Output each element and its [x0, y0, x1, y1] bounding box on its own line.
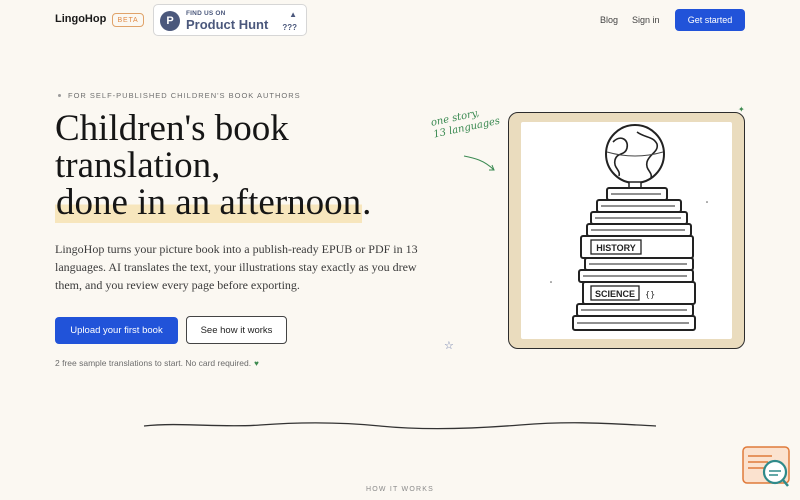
beta-badge: BETA	[112, 13, 144, 27]
upload-book-button[interactable]: Upload your first book	[55, 317, 178, 344]
hero-title-line3: done in an afternoon.	[55, 182, 425, 223]
book-stack-books	[572, 187, 696, 331]
section-divider-squiggle	[143, 422, 657, 430]
hero-title-period: .	[362, 182, 372, 223]
product-hunt-badge[interactable]: P FIND US ON Product Hunt ▲ ???	[153, 4, 307, 36]
hero-title-highlight: done in an afternoon	[55, 182, 363, 223]
nav-blog-link[interactable]: Blog	[600, 15, 618, 25]
see-how-it-works-button[interactable]: See how it works	[186, 316, 287, 344]
illustration-annotation: one story, 13 languages	[430, 104, 501, 142]
triangle-up-icon: ▲	[289, 10, 297, 19]
hero-title: Children's book translation, done in an …	[55, 108, 425, 223]
hero-title-line1: Children's book	[55, 108, 289, 149]
product-hunt-count: ???	[282, 23, 297, 32]
hero-eyebrow: FOR SELF-PUBLISHED CHILDREN'S BOOK AUTHO…	[58, 91, 301, 100]
free-sample-note: 2 free sample translations to start. No …	[55, 358, 259, 368]
get-started-button[interactable]: Get started	[675, 9, 745, 31]
annotation-arrow-icon	[463, 155, 495, 171]
product-hunt-small-text: FIND US ON	[186, 10, 226, 17]
heart-icon: ♥	[254, 359, 259, 368]
brand-logo[interactable]: LingoHop	[55, 13, 106, 25]
product-hunt-logo-icon: P	[160, 11, 180, 31]
free-sample-note-text: 2 free sample translations to start. No …	[55, 358, 252, 368]
science-label: SCIENCE	[595, 289, 635, 299]
how-it-works-label: HOW IT WORKS	[366, 486, 434, 493]
hero-title-line2: translation,	[55, 145, 221, 186]
star-icon: ☆	[444, 340, 454, 352]
illustration-canvas: HISTORY SCIENCE {}	[521, 122, 732, 339]
help-chat-icon[interactable]	[742, 446, 790, 488]
illustration-card: HISTORY SCIENCE {}	[508, 112, 745, 349]
book-stack-illustration: HISTORY SCIENCE {}	[550, 124, 708, 331]
atom-icon: {}	[645, 290, 655, 299]
product-hunt-title: Product Hunt	[186, 17, 269, 32]
nav-signin-link[interactable]: Sign in	[632, 15, 660, 25]
globe-icon	[605, 124, 665, 189]
history-label: HISTORY	[596, 243, 636, 253]
hero-description: LingoHop turns your picture book into a …	[55, 242, 418, 292]
